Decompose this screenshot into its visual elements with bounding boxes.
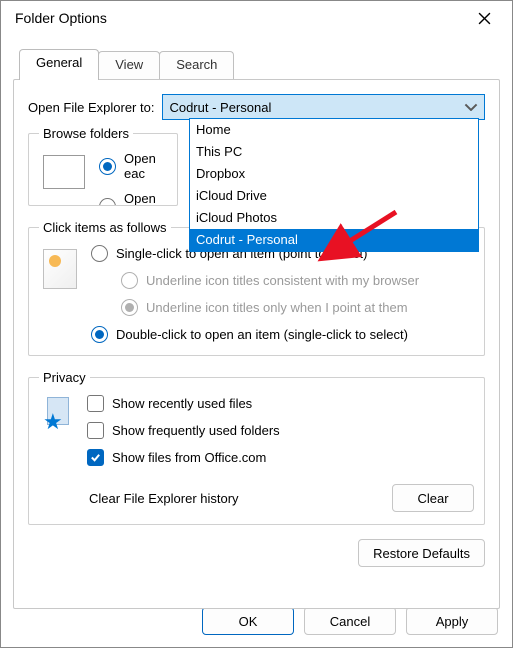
clear-history-label: Clear File Explorer history (89, 491, 380, 506)
chk-label: Show recently used files (112, 396, 252, 411)
cancel-button[interactable]: Cancel (304, 607, 396, 635)
group-privacy-legend: Privacy (39, 370, 90, 385)
close-icon[interactable] (464, 3, 504, 33)
dialog-button-row: OK Cancel Apply (202, 607, 498, 635)
radio-icon (121, 272, 138, 289)
radio-underline-point: Underline icon titles only when I point … (121, 299, 474, 316)
radio-icon (99, 198, 116, 207)
radio-own-window[interactable]: Open eac (99, 191, 167, 206)
dropdown-item[interactable]: iCloud Photos (190, 207, 478, 229)
apply-button[interactable]: Apply (406, 607, 498, 635)
radio-label: Double-click to open an item (single-cli… (116, 327, 408, 342)
radio-label: Underline icon titles only when I point … (146, 300, 408, 315)
radio-label: Underline icon titles consistent with my… (146, 273, 419, 288)
chk-office[interactable]: Show files from Office.com (87, 449, 474, 466)
window-title: Folder Options (15, 10, 464, 26)
checkbox-icon (87, 422, 104, 439)
group-browse-folders: Browse folders Open eac Open eac (28, 126, 178, 206)
ok-button[interactable]: OK (202, 607, 294, 635)
titlebar: Folder Options (1, 1, 512, 35)
chk-frequent-folders[interactable]: Show frequently used folders (87, 422, 474, 439)
dropdown-item[interactable]: Dropbox (190, 163, 478, 185)
checkbox-icon (87, 449, 104, 466)
restore-defaults-button[interactable]: Restore Defaults (358, 539, 485, 567)
tabstrip: General View Search (19, 49, 512, 79)
open-explorer-row: Open File Explorer to: Codrut - Personal (28, 94, 485, 120)
radio-same-window[interactable]: Open eac (99, 151, 167, 181)
group-privacy: Privacy ★ Show recently used files Show … (28, 370, 485, 525)
chk-recent-files[interactable]: Show recently used files (87, 395, 474, 412)
checkbox-icon (87, 395, 104, 412)
clear-button[interactable]: Clear (392, 484, 474, 512)
document-click-icon (43, 249, 77, 289)
dropdown-item-selected[interactable]: Codrut - Personal (190, 229, 478, 251)
radio-icon (91, 326, 108, 343)
open-explorer-combo[interactable]: Codrut - Personal (162, 94, 485, 120)
open-explorer-dropdown[interactable]: Home This PC Dropbox iCloud Drive iCloud… (189, 118, 479, 252)
radio-icon (99, 158, 116, 175)
chevron-down-icon (464, 100, 478, 114)
folder-icon (43, 155, 85, 189)
tab-panel-general: Open File Explorer to: Codrut - Personal… (13, 79, 500, 609)
tab-view[interactable]: View (98, 51, 160, 79)
dropdown-item[interactable]: iCloud Drive (190, 185, 478, 207)
radio-label: Open eac (124, 151, 167, 181)
dropdown-item[interactable]: Home (190, 119, 478, 141)
group-browse-legend: Browse folders (39, 126, 133, 141)
radio-underline-browser: Underline icon titles consistent with my… (121, 272, 474, 289)
chk-label: Show files from Office.com (112, 450, 266, 465)
combo-selected-value: Codrut - Personal (169, 100, 271, 115)
chk-label: Show frequently used folders (112, 423, 280, 438)
radio-icon (91, 245, 108, 262)
tab-search[interactable]: Search (159, 51, 234, 79)
radio-icon (121, 299, 138, 316)
tab-general[interactable]: General (19, 49, 99, 80)
privacy-icon: ★ (43, 397, 77, 437)
group-click-legend: Click items as follows (39, 220, 171, 235)
dropdown-item[interactable]: This PC (190, 141, 478, 163)
radio-label: Open eac (124, 191, 167, 206)
open-explorer-label: Open File Explorer to: (28, 100, 154, 115)
radio-double-click[interactable]: Double-click to open an item (single-cli… (91, 326, 474, 343)
